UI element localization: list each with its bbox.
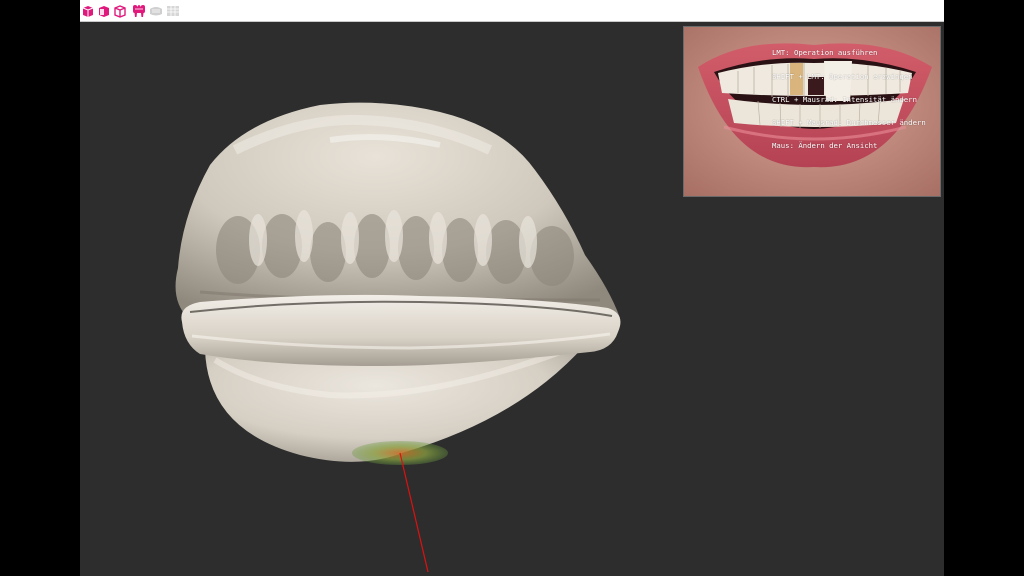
grid-panel-icon[interactable] bbox=[166, 4, 180, 18]
help-text-overlay: LMT: Operation ausführen SHIFT + LMT: Op… bbox=[772, 34, 926, 165]
tooth-icon[interactable] bbox=[132, 4, 146, 18]
jaw-scan-icon[interactable] bbox=[149, 4, 163, 18]
toolbar bbox=[80, 0, 944, 22]
app-window: LMT: Operation ausführen SHIFT + LMT: Op… bbox=[80, 0, 944, 576]
help-line-diameter: SHIFT + Mausrad: Durchmesser ändern bbox=[772, 117, 926, 127]
cursor-normal-line bbox=[399, 452, 429, 573]
cube-front-icon[interactable] bbox=[81, 4, 95, 18]
help-line-execute: LMT: Operation ausführen bbox=[772, 48, 878, 58]
help-line-force: SHIFT + LMT: Operation erzwingen bbox=[772, 71, 913, 81]
help-line-intensity: CTRL + Mausrad: Intensität ändern bbox=[772, 94, 917, 104]
cube-wireframe-icon[interactable] bbox=[113, 4, 127, 18]
help-line-view: Maus: Ändern der Ansicht bbox=[772, 140, 878, 150]
cube-side-icon[interactable] bbox=[97, 4, 111, 18]
